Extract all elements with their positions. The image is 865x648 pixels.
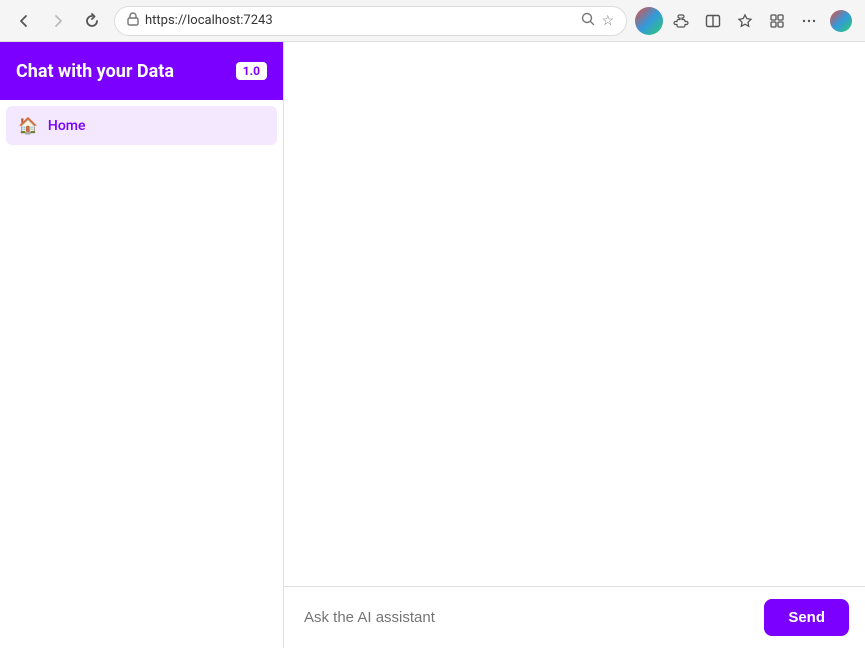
browser-chrome: https://localhost:7243 ☆ [0,0,865,42]
home-icon: 🏠 [18,116,38,135]
sidebar-item-home[interactable]: 🏠 Home [6,106,277,145]
version-badge: 1.0 [236,62,267,80]
back-button[interactable] [10,7,38,35]
forward-button[interactable] [44,7,72,35]
star-icon: ☆ [601,13,614,29]
send-button[interactable]: Send [764,599,849,636]
refresh-button[interactable] [78,7,106,35]
split-view-button[interactable] [699,7,727,35]
favorites-button[interactable] [731,7,759,35]
browser-actions [635,7,855,35]
chat-input-area: Send [284,586,865,648]
profile-avatar [635,7,663,35]
main-content: Send [284,42,865,648]
extensions-button[interactable] [667,7,695,35]
profile-button[interactable] [635,7,663,35]
app-container: Chat with your Data 1.0 🏠 Home Send [0,42,865,648]
sidebar-header: Chat with your Data 1.0 [0,42,283,100]
lock-icon [127,12,139,29]
sidebar-item-home-label: Home [48,118,86,134]
collections-button[interactable] [763,7,791,35]
sidebar-nav: 🏠 Home [0,100,283,151]
more-button[interactable] [795,7,823,35]
edge-profile-button[interactable] [827,7,855,35]
nav-buttons [10,7,106,35]
address-bar[interactable]: https://localhost:7243 ☆ [114,6,627,36]
app-title: Chat with your Data [16,61,226,82]
chat-input[interactable] [300,601,752,634]
search-icon [581,12,595,30]
url-text: https://localhost:7243 [145,13,575,28]
chat-area [284,42,865,586]
sidebar: Chat with your Data 1.0 🏠 Home [0,42,284,648]
